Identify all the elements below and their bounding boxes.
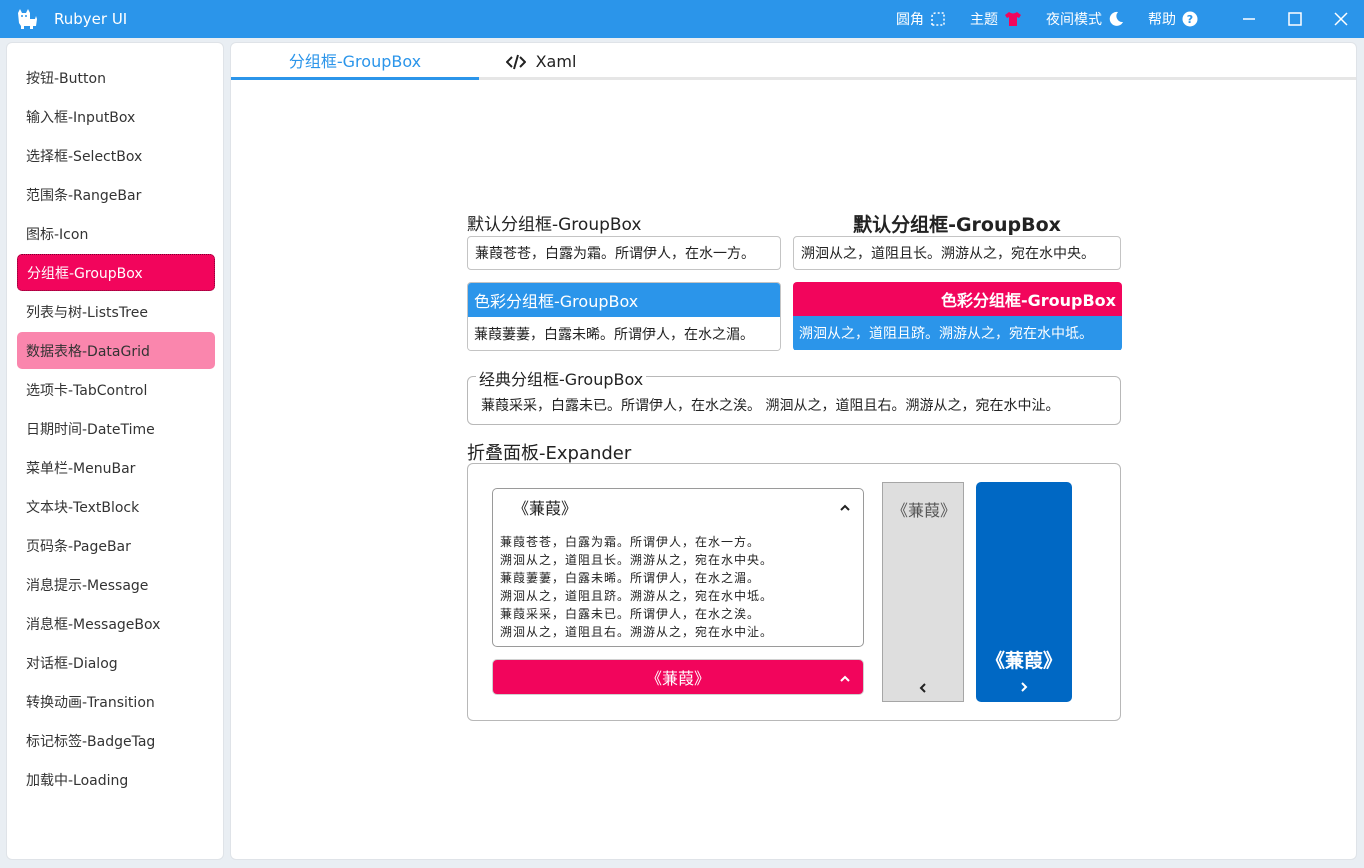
tab-groupbox[interactable]: 分组框-GroupBox (231, 43, 479, 80)
color-groupbox-blue: 色彩分组框-GroupBox 蒹葭萋萋，白露未晞。所谓伊人，在水之湄。 (467, 282, 781, 351)
svg-text:?: ? (1187, 13, 1193, 26)
default-groupbox-content: 蒹葭苍苍，白露为霜。所谓伊人，在水一方。 (467, 236, 781, 270)
poem-line: 溯洄从之，道阻且跻。溯游从之，宛在水中坻。 (500, 587, 863, 605)
expander-title: 折叠面板-Expander (467, 439, 631, 465)
sidebar-item-messagebox[interactable]: 消息框-MessageBox (17, 605, 215, 642)
chevron-right-icon (1018, 678, 1030, 697)
night-mode-toggle[interactable]: 夜间模式 (1046, 9, 1124, 29)
sidebar-item-transition[interactable]: 转换动画-Transition (17, 683, 215, 720)
minimize-button[interactable] (1226, 0, 1272, 38)
poem-line: 溯洄从之，道阻且长。溯游从之，宛在水中央。 (500, 551, 863, 569)
sidebar-item-textblock[interactable]: 文本块-TextBlock (17, 488, 215, 525)
color-groupbox-pink-content: 溯洄从之，道阻且跻。溯游从之，宛在水中坻。 (793, 316, 1122, 350)
expander-panel-4-title: 《蒹葭》 (976, 646, 1072, 673)
sidebar-item-badgetag[interactable]: 标记标签-BadgeTag (17, 722, 215, 759)
classic-groupbox-header: 经典分组框-GroupBox (476, 366, 646, 390)
sidebar-item-datagrid[interactable]: 数据表格-DataGrid (17, 332, 215, 369)
expander-panel-3-vertical[interactable]: 《蒹葭》 (882, 482, 964, 702)
sidebar-item-menubar[interactable]: 菜单栏-MenuBar (17, 449, 215, 486)
color-groupbox-pink-header: 色彩分组框-GroupBox (793, 282, 1122, 316)
corner-radius-icon (930, 11, 946, 27)
main-panel: 分组框-GroupBox Xaml 默认分组框-GroupBox 蒹葭苍苍，白露… (230, 42, 1357, 860)
sidebar-item-inputbox[interactable]: 输入框-InputBox (17, 98, 215, 135)
classic-groupbox-content: 蒹葭采采，白露未已。所谓伊人，在水之涘。 溯洄从之，道阻且右。溯游从之，宛在水中… (481, 395, 1059, 415)
sidebar-item-rangebar[interactable]: 范围条-RangeBar (17, 176, 215, 213)
title-bar: Rubyer UI 圆角 主题 夜间模式 帮助 ? (0, 0, 1364, 38)
shirt-icon (1004, 11, 1022, 27)
close-button[interactable] (1318, 0, 1364, 38)
question-icon: ? (1182, 11, 1198, 27)
color-groupbox-blue-header: 色彩分组框-GroupBox (468, 283, 780, 317)
app-logo-icon (14, 6, 40, 32)
poem-line: 溯洄从之，道阻且右。溯游从之，宛在水中沚。 (500, 623, 863, 641)
theme-button[interactable]: 主题 (970, 9, 1022, 29)
poem-line: 蒹葭萋萋，白露未晞。所谓伊人，在水之湄。 (500, 569, 863, 587)
sidebar-nav: 按钮-Button 输入框-InputBox 选择框-SelectBox 范围条… (6, 42, 224, 860)
sidebar-item-groupbox[interactable]: 分组框-GroupBox (17, 254, 215, 291)
sidebar-item-message[interactable]: 消息提示-Message (17, 566, 215, 603)
help-button[interactable]: 帮助 ? (1148, 9, 1198, 29)
default-groupbox-header: 默认分组框-GroupBox (467, 210, 642, 235)
expander-panel-2-title: 《蒹葭》 (646, 665, 710, 689)
default-groupbox-bold-header: 默认分组框-GroupBox (793, 210, 1121, 237)
theme-label: 主题 (970, 9, 998, 29)
sidebar-item-icon[interactable]: 图标-Icon (17, 215, 215, 252)
tab-xaml[interactable]: Xaml (479, 43, 603, 80)
expander-panel-1-header[interactable]: 《蒹葭》 (493, 489, 863, 525)
expander-container: 《蒹葭》 蒹葭苍苍，白露为霜。所谓伊人，在水一方。 溯洄从之，道阻且长。溯游从之… (467, 463, 1121, 721)
expander-panel-1-body: 蒹葭苍苍，白露为霜。所谓伊人，在水一方。 溯洄从之，道阻且长。溯游从之，宛在水中… (493, 525, 863, 641)
sidebar-item-liststree[interactable]: 列表与树-ListsTree (17, 293, 215, 330)
color-groupbox-blue-content: 蒹葭萋萋，白露未晞。所谓伊人，在水之湄。 (468, 317, 780, 351)
default-groupbox-bold-content: 溯洄从之，道阻且长。溯游从之，宛在水中央。 (793, 236, 1121, 270)
maximize-button[interactable] (1272, 0, 1318, 38)
moon-icon (1108, 11, 1124, 27)
expander-panel-2-header[interactable]: 《蒹葭》 (492, 659, 864, 695)
tab-xaml-label: Xaml (536, 52, 577, 71)
chevron-up-icon (839, 670, 851, 689)
night-mode-label: 夜间模式 (1046, 9, 1102, 29)
color-groupbox-pink: 色彩分组框-GroupBox 溯洄从之，道阻且跻。溯游从之，宛在水中坻。 (793, 282, 1122, 351)
app-title: Rubyer UI (54, 10, 127, 28)
code-icon (506, 54, 526, 70)
sidebar-item-dialog[interactable]: 对话框-Dialog (17, 644, 215, 681)
corner-radius-label: 圆角 (896, 9, 924, 29)
chevron-left-icon (917, 679, 929, 698)
sidebar-item-pagebar[interactable]: 页码条-PageBar (17, 527, 215, 564)
expander-panel-4-vertical[interactable]: 《蒹葭》 (976, 482, 1072, 702)
sidebar-item-selectbox[interactable]: 选择框-SelectBox (17, 137, 215, 174)
sidebar-item-tabcontrol[interactable]: 选项卡-TabControl (17, 371, 215, 408)
expander-panel-1-title: 《蒹葭》 (513, 495, 577, 519)
chevron-up-icon (839, 499, 851, 518)
classic-groupbox: 经典分组框-GroupBox 蒹葭采采，白露未已。所谓伊人，在水之涘。 溯洄从之… (467, 376, 1121, 425)
poem-line: 蒹葭苍苍，白露为霜。所谓伊人，在水一方。 (500, 533, 863, 551)
expander-panel-3-title: 《蒹葭》 (883, 497, 965, 521)
sidebar-item-datetime[interactable]: 日期时间-DateTime (17, 410, 215, 447)
sidebar-item-button[interactable]: 按钮-Button (17, 59, 215, 96)
sidebar-item-loading[interactable]: 加载中-Loading (17, 761, 215, 798)
expander-panel-expanded: 《蒹葭》 蒹葭苍苍，白露为霜。所谓伊人，在水一方。 溯洄从之，道阻且长。溯游从之… (492, 488, 864, 647)
tab-bar: 分组框-GroupBox Xaml (231, 43, 1356, 80)
corner-radius-toggle[interactable]: 圆角 (896, 9, 946, 29)
help-label: 帮助 (1148, 9, 1176, 29)
poem-line: 蒹葭采采，白露未已。所谓伊人，在水之涘。 (500, 605, 863, 623)
